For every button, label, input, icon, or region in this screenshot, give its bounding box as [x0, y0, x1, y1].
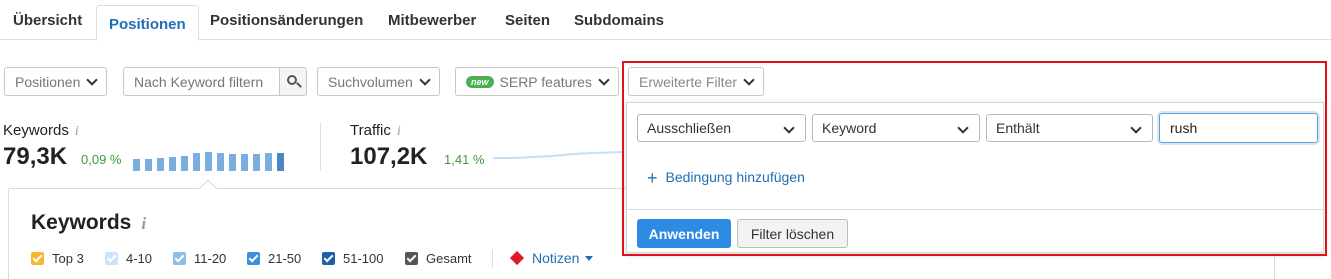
tab-positionsaenderungen[interactable]: Positionsänderungen — [210, 12, 363, 29]
chevron-down-icon — [419, 74, 431, 86]
sparkline-bar — [241, 154, 248, 171]
sparkline-bar — [133, 159, 140, 171]
legend-51-100[interactable]: 51-100 — [322, 250, 383, 266]
legend-11-20[interactable]: 11-20 — [173, 250, 226, 266]
legend-top-3[interactable]: Top 3 — [31, 250, 84, 266]
legend-divider — [492, 250, 493, 268]
keywords-metric-delta: 0,09 % — [81, 152, 122, 167]
sparkline-bar — [193, 153, 200, 171]
caret-down-icon — [585, 256, 594, 261]
sparkline-bar — [145, 159, 152, 171]
keyword-search-button[interactable] — [279, 67, 307, 96]
notes-dropdown[interactable]: Notizen — [509, 250, 594, 266]
info-icon[interactable]: i — [141, 214, 146, 233]
traffic-metric-value: 107,2K — [350, 143, 428, 170]
legend-21-50[interactable]: 21-50 — [247, 250, 301, 266]
sparkline-bar — [205, 152, 212, 171]
sparkline-bar — [181, 156, 188, 171]
sparkline-bar — [277, 153, 284, 171]
serp-features-label: SERP features — [499, 74, 592, 90]
serp-features-dropdown[interactable]: new SERP features — [455, 67, 619, 96]
checkbox-icon — [322, 252, 335, 265]
traffic-sparkline — [493, 151, 623, 159]
keywords-metric-value: 79,3K — [3, 143, 68, 170]
keyword-filter-input[interactable] — [123, 67, 279, 96]
info-icon[interactable]: i — [75, 124, 79, 139]
keywords-metric-label: Keywords i — [3, 122, 79, 139]
legend-gesamt[interactable]: Gesamt — [405, 250, 472, 266]
checkbox-icon — [105, 252, 118, 265]
chevron-down-icon — [86, 74, 99, 86]
tab-uebersicht[interactable]: Übersicht — [13, 12, 82, 29]
checkbox-icon — [405, 252, 418, 265]
chevron-down-icon — [598, 74, 610, 86]
sparkline-bar — [217, 153, 224, 171]
positions-filter-label: Positionen — [15, 74, 81, 90]
tab-seiten[interactable]: Seiten — [505, 12, 550, 29]
positions-filter-dropdown[interactable]: Positionen — [4, 67, 108, 96]
report-tabs: Übersicht Positionen Positionsänderungen… — [0, 0, 1331, 41]
checkbox-icon — [31, 252, 44, 265]
legend-4-10[interactable]: 4-10 — [105, 250, 152, 266]
traffic-metric-label: Traffic i — [350, 122, 401, 139]
checkbox-icon — [247, 252, 260, 265]
new-badge: new — [466, 76, 494, 88]
tab-mitbewerber[interactable]: Mitbewerber — [388, 12, 476, 29]
checkbox-icon — [173, 252, 186, 265]
highlight-box — [622, 61, 1327, 256]
metric-divider — [320, 123, 321, 171]
search-volume-label: Suchvolumen — [328, 74, 413, 90]
tab-subdomains[interactable]: Subdomains — [574, 12, 664, 29]
diamond-icon — [509, 250, 525, 266]
keywords-panel-title: Keywords i — [31, 211, 147, 234]
sparkline-bar — [157, 158, 164, 171]
sparkline-bar — [169, 157, 176, 171]
sparkline-bar — [253, 154, 260, 171]
sparkline-bar — [265, 153, 272, 171]
search-volume-dropdown[interactable]: Suchvolumen — [317, 67, 440, 96]
sparkline-bar — [229, 154, 236, 171]
tab-positionen[interactable]: Positionen — [96, 5, 199, 41]
traffic-metric-delta: 1,41 % — [444, 152, 485, 167]
info-icon[interactable]: i — [397, 124, 401, 139]
